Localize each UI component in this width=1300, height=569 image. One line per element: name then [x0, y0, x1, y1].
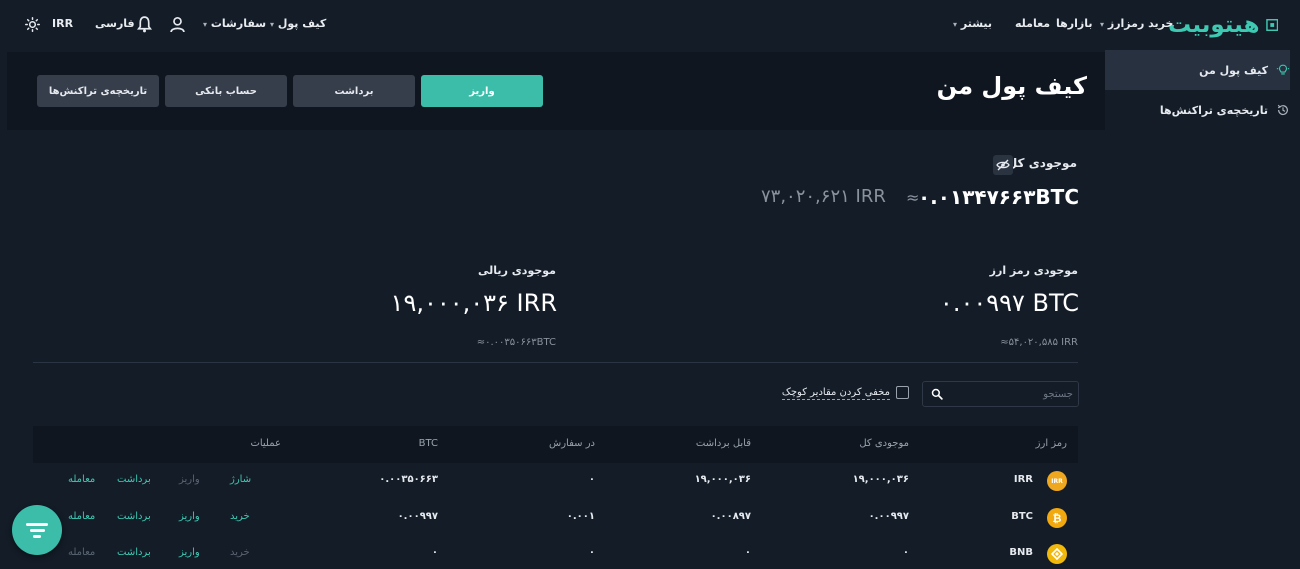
- wallet-header-card: کیف پول من واریز برداشت حساب بانکی تاریخ…: [7, 52, 1105, 130]
- filter-lines-icon-mid: [29, 528, 45, 532]
- total-cell: ۰: [902, 547, 909, 558]
- total-cell: ۱۹,۰۰۰,۰۳۶: [852, 474, 909, 485]
- nav-buy-crypto-label: خرید رمزارز: [1107, 17, 1174, 30]
- btc-coin-icon: ₿: [1047, 508, 1067, 528]
- trade-link[interactable]: معامله: [68, 511, 95, 522]
- rial-balance-sub: ≈۰.۰۰۳۵۰۶۶۳BTC: [476, 337, 556, 348]
- nav-buy-crypto[interactable]: خرید رمزارز ▾: [1100, 17, 1173, 30]
- floating-menu-button[interactable]: [12, 505, 62, 555]
- col-header-total: موجودی کل: [859, 438, 909, 449]
- table-row: BNB ۰ ۰ ۰ ۰ خرید واریز برداشت معامله: [33, 536, 1078, 569]
- rial-balance-value: ۱۹,۰۰۰,۰۳۶ IRR: [390, 289, 557, 317]
- col-header-withdrawable: قابل برداشت: [695, 438, 751, 449]
- nav-wallet[interactable]: کیف پول ▾: [270, 17, 326, 30]
- nav-more[interactable]: بیشتر ▾: [953, 17, 992, 30]
- btc-cell: ۰.۰۰۹۹۷: [397, 511, 438, 522]
- col-header-btc: BTC: [418, 438, 438, 449]
- total-cell: ۰.۰۰۹۹۷: [868, 511, 909, 522]
- col-header-coin: رمز ارز: [1035, 438, 1067, 449]
- chevron-down-icon: ▾: [203, 20, 208, 29]
- crypto-balance-label: موجودی رمز ارز: [989, 264, 1078, 277]
- divider: [33, 362, 1078, 363]
- hide-balance-icon[interactable]: [993, 155, 1013, 175]
- sidebar-item-label: کیف پول من: [1199, 63, 1268, 77]
- table-row: ₿ BTC ۰.۰۰۹۹۷ ۰.۰۰۸۹۷ ۰.۰۰۱ ۰.۰۰۹۹۷ خرید…: [33, 500, 1078, 537]
- rial-balance-label: موجودی ریالی: [478, 264, 556, 277]
- sidebar-item-my-wallet[interactable]: کیف پول من: [1105, 50, 1290, 90]
- sidebar-item-label: تاریخچه‌ی تراکنش‌ها: [1159, 103, 1268, 117]
- nav-orders[interactable]: سفارشات ▾: [203, 17, 266, 30]
- withdrawable-cell: ۰.۰۰۸۹۷: [710, 511, 751, 522]
- btc-cell: ۰.۰۰۳۵۰۶۶۳: [379, 474, 438, 485]
- buy-link[interactable]: خرید: [230, 547, 250, 558]
- withdrawable-cell: ۱۹,۰۰۰,۰۳۶: [694, 474, 751, 485]
- deposit-link[interactable]: واریز: [179, 511, 200, 522]
- page-title: کیف پول من: [936, 72, 1087, 100]
- chevron-down-icon: ▾: [270, 20, 275, 29]
- sidebar: کیف پول من تاریخچه‌ی تراکنش‌ها: [1105, 50, 1300, 569]
- logo-mark-icon: [1265, 19, 1278, 31]
- currency-selector[interactable]: IRR: [52, 17, 73, 30]
- in-order-cell: ۰: [588, 547, 595, 558]
- transaction-history-button[interactable]: تاریخچه‌ی تراکنش‌ها: [37, 75, 159, 107]
- buy-link[interactable]: خرید: [230, 511, 250, 522]
- coin-symbol: BTC: [1011, 511, 1033, 522]
- filter-lines-icon: [26, 522, 48, 526]
- trade-link[interactable]: معامله: [68, 474, 95, 485]
- in-order-cell: ۰.۰۰۱: [566, 511, 595, 522]
- coin-symbol: IRR: [1013, 474, 1033, 485]
- withdraw-link[interactable]: برداشت: [117, 511, 151, 522]
- col-header-in-order: در سفارش: [549, 438, 595, 449]
- total-balance-label: موجودی کل: [1006, 156, 1077, 170]
- nav-markets[interactable]: بازارها: [1056, 17, 1092, 30]
- bnb-coin-icon: [1047, 544, 1067, 564]
- nav-more-label: بیشتر: [960, 17, 993, 30]
- approx-sign: ≈: [906, 188, 920, 207]
- crypto-balance-value: ۰.۰۰۹۹۷ BTC: [939, 289, 1079, 317]
- bulb-icon: [1276, 64, 1290, 75]
- sidebar-item-transaction-history[interactable]: تاریخچه‌ی تراکنش‌ها: [1105, 90, 1290, 130]
- total-balance-irr: ۷۳,۰۲۰,۶۲۱ IRR: [761, 186, 886, 207]
- hide-small-checkbox[interactable]: [896, 386, 909, 399]
- language-selector[interactable]: فارسی: [95, 17, 135, 30]
- nav-orders-label: سفارشات: [210, 17, 267, 30]
- bell-icon[interactable]: [136, 15, 153, 33]
- user-icon[interactable]: [169, 16, 186, 33]
- top-navbar: هیتوبیت خرید رمزارز ▾ بازارها معامله بیش…: [0, 0, 1300, 50]
- filter-lines-icon-short: [33, 534, 41, 538]
- trade-link[interactable]: معامله: [68, 547, 95, 558]
- deposit-button[interactable]: واریز: [421, 75, 543, 107]
- col-header-operations: عملیات: [250, 438, 281, 449]
- hitobit-logo[interactable]: هیتوبیت: [1168, 10, 1278, 40]
- search-box: [922, 381, 1079, 407]
- deposit-link[interactable]: واریز: [179, 547, 200, 558]
- charge-link[interactable]: شارژ: [230, 474, 251, 485]
- search-icon: [931, 388, 943, 400]
- hide-small-label[interactable]: مخفی کردن مقادیر کوچک: [781, 387, 890, 400]
- withdraw-link[interactable]: برداشت: [117, 474, 151, 485]
- table-row: IRR IRR ۱۹,۰۰۰,۰۳۶ ۱۹,۰۰۰,۰۳۶ ۰ ۰.۰۰۳۵۰۶…: [33, 463, 1078, 500]
- in-order-cell: ۰: [588, 474, 595, 485]
- total-balance-btc: ۰.۰۱۳۴۷۶۶۳BTC: [917, 185, 1079, 209]
- nav-wallet-label: کیف پول: [277, 17, 327, 30]
- logo-text: هیتوبیت: [1168, 12, 1260, 38]
- coin-symbol: BNB: [1009, 547, 1033, 558]
- bank-account-button[interactable]: حساب بانکی: [165, 75, 287, 107]
- btc-cell: ۰: [431, 547, 438, 558]
- irr-coin-icon: IRR: [1047, 471, 1067, 491]
- table-header: رمز ارز موجودی کل قابل برداشت در سفارش B…: [33, 426, 1078, 463]
- withdraw-button[interactable]: برداشت: [293, 75, 415, 107]
- withdraw-link[interactable]: برداشت: [117, 547, 151, 558]
- crypto-balance-sub: ≈۵۴,۰۲۰,۵۸۵ IRR: [1000, 337, 1078, 348]
- chevron-down-icon: ▾: [1100, 20, 1105, 29]
- bnb-diamond-icon: [1051, 548, 1063, 560]
- nav-trade[interactable]: معامله: [1015, 17, 1050, 30]
- chevron-down-icon: ▾: [953, 20, 958, 29]
- deposit-link[interactable]: واریز: [179, 474, 200, 485]
- history-icon: [1277, 104, 1288, 116]
- search-input[interactable]: [949, 385, 1073, 403]
- sun-icon[interactable]: [25, 17, 40, 32]
- withdrawable-cell: ۰: [744, 547, 751, 558]
